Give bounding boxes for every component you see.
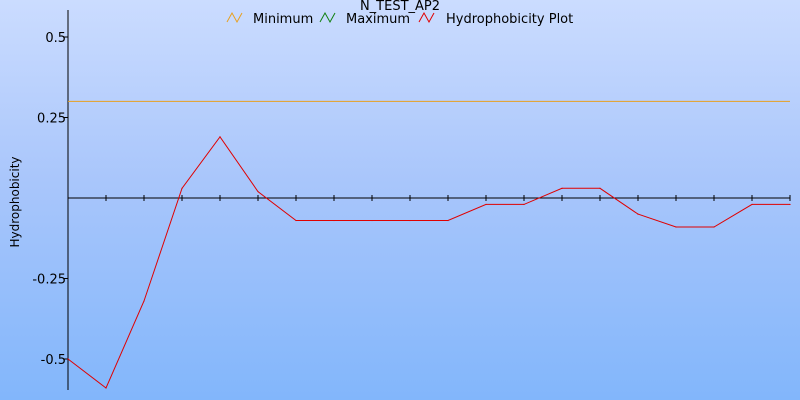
hydrophobicity-point bbox=[675, 226, 677, 228]
hydrophobicity-point bbox=[637, 213, 639, 215]
y-tick-label: -0.5 bbox=[41, 353, 66, 368]
hydrophobicity-point bbox=[257, 190, 259, 193]
hydrophobicity-point bbox=[751, 203, 753, 206]
hydrophobicity-point bbox=[143, 300, 145, 302]
hydrophobicity-point bbox=[447, 219, 449, 222]
legend-item-maximum: Maximum bbox=[319, 11, 410, 27]
hydrophobicity-series-line bbox=[67, 135, 790, 389]
y-tick-label: 0.25 bbox=[37, 112, 66, 127]
legend-swatch-hydrophobicity-plot bbox=[418, 11, 435, 24]
legend: Minimum Maximum Hydrophobicity Plot bbox=[226, 11, 573, 27]
hydrophobicity-point bbox=[371, 219, 373, 222]
y-ticks: 0.5 0.25 -0.25 -0.5 bbox=[32, 31, 68, 368]
hydrophobicity-point bbox=[181, 187, 183, 189]
hydrophobicity-point bbox=[561, 187, 563, 189]
hydrophobicity-point bbox=[713, 226, 715, 228]
hydrophobicity-point bbox=[333, 219, 335, 222]
hydrophobicity-point bbox=[295, 219, 297, 222]
hydrophobicity-chart: N_TEST_AP2 Minimum Maximum Hydrophobicit… bbox=[8, 0, 791, 390]
legend-swatch-maximum bbox=[319, 11, 336, 24]
hydrophobicity-point bbox=[219, 136, 221, 138]
hydrophobicity-point bbox=[67, 358, 69, 360]
legend-swatch-minimum bbox=[226, 11, 243, 24]
legend-label-hydrophobicity-plot: Hydrophobicity Plot bbox=[446, 12, 573, 27]
y-tick-label: 0.5 bbox=[45, 31, 66, 46]
legend-label-maximum: Maximum bbox=[346, 12, 410, 27]
hydrophobicity-point bbox=[105, 387, 107, 389]
y-tick-label: -0.25 bbox=[32, 273, 66, 288]
hydrophobicity-point bbox=[599, 187, 601, 189]
hydrophobicity-point bbox=[485, 203, 487, 206]
legend-label-minimum: Minimum bbox=[253, 12, 313, 27]
hydrophobicity-point bbox=[789, 203, 791, 206]
hydrophobicity-points bbox=[67, 136, 791, 389]
y-axis-label: Hydrophobicity bbox=[8, 156, 22, 247]
legend-item-hydrophobicity-plot: Hydrophobicity Plot bbox=[418, 11, 573, 27]
hydrophobicity-point bbox=[409, 219, 411, 222]
hydrophobicity-point bbox=[523, 203, 525, 206]
legend-item-minimum: Minimum bbox=[226, 11, 313, 27]
